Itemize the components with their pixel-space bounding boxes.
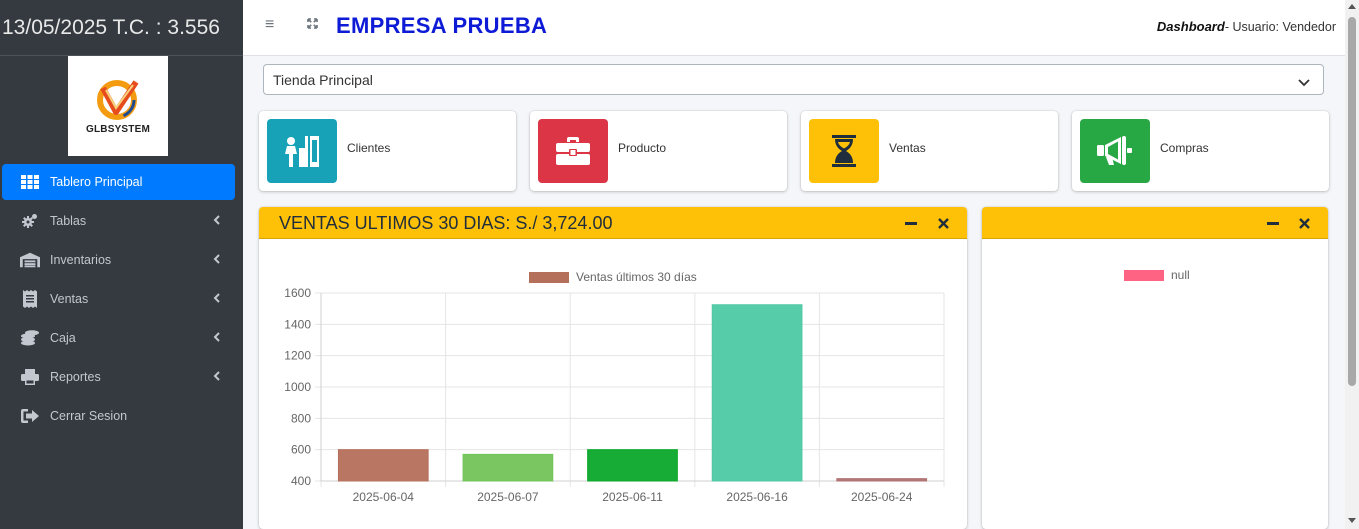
- sidebar-nav: Tablero Principal Tablas Inventarios Ven…: [0, 164, 243, 437]
- scrollbar-thumb[interactable]: [1348, 17, 1356, 386]
- legend-label: null: [1171, 268, 1190, 282]
- sidebar-item-reportes[interactable]: Reportes: [2, 359, 235, 395]
- info-box-icon-bg: [267, 119, 337, 183]
- info-box-label: Producto: [618, 141, 667, 155]
- chart-bar[interactable]: [587, 449, 678, 482]
- client-desk-icon: [285, 136, 319, 167]
- chevron-left-icon: [213, 292, 221, 306]
- chevron-left-icon: [213, 214, 221, 228]
- info-box-label: Clientes: [347, 141, 391, 155]
- y-tick-label: 1400: [284, 317, 311, 331]
- chart-bar[interactable]: [462, 453, 554, 482]
- sidebar-item-ventas[interactable]: Ventas: [2, 281, 235, 317]
- receipt-icon: [20, 289, 40, 309]
- minimize-icon[interactable]: [1264, 214, 1282, 232]
- close-icon[interactable]: [1295, 214, 1313, 232]
- info-box-icon-bg: [1080, 119, 1150, 183]
- megaphone-icon: [1097, 136, 1132, 165]
- info-box-icon-bg: [809, 119, 879, 183]
- info-box-label: Compras: [1160, 141, 1209, 155]
- y-tick-label: 1000: [284, 380, 311, 394]
- chevron-left-icon: [213, 253, 221, 267]
- y-tick-label: 1200: [284, 349, 311, 363]
- page-scrollbar[interactable]: [1345, 0, 1359, 529]
- chart-bar[interactable]: [337, 449, 429, 482]
- user-info: Dashboard- Usuario: Vendedor: [1157, 19, 1336, 34]
- hourglass-icon: [832, 135, 856, 167]
- warehouse-icon: [20, 250, 40, 270]
- minimize-icon[interactable]: [902, 214, 920, 232]
- printer-icon: [20, 367, 40, 387]
- y-tick-label: 600: [291, 443, 311, 457]
- coins-icon: [20, 328, 40, 348]
- sign-out-icon: [20, 406, 40, 426]
- close-icon[interactable]: [934, 214, 952, 232]
- right-chart-legend[interactable]: null: [1124, 268, 1190, 282]
- chevron-left-icon: [213, 370, 221, 384]
- hamburger-menu-icon[interactable]: ≡: [265, 16, 274, 34]
- sidebar-item-label: Inventarios: [50, 253, 112, 267]
- info-box-label: Ventas: [889, 141, 926, 155]
- sidebar-item-label: Cerrar Sesion: [50, 409, 128, 423]
- sidebar-item-tablas[interactable]: Tablas: [2, 203, 235, 239]
- sidebar-item-label: Tablas: [50, 214, 87, 228]
- y-tick-label: 800: [291, 411, 311, 425]
- legend-swatch: [1124, 269, 1164, 281]
- toolbox-icon: [556, 137, 590, 165]
- store-select-value: Tienda Principal: [273, 71, 373, 88]
- chevron-down-icon: [1298, 74, 1310, 90]
- cogs-icon: [20, 211, 40, 231]
- sidebar-item-label: Ventas: [50, 292, 89, 306]
- sales-bar-chart: 1600 1400 1200 1000 800 600 400 2025-06-04 2025-…: [284, 286, 945, 504]
- topbar: ≡ EMPRESA PRUEBA Dashboard- Usuario: Ven…: [243, 0, 1345, 56]
- sidebar-item-label: Tablero Principal: [50, 175, 143, 189]
- logo-text: GLBSYSTEM: [85, 123, 151, 135]
- sales-card-header: VENTAS ULTIMOS 30 DIAS: S./ 3,724.00: [259, 207, 967, 239]
- chevron-left-icon: [213, 331, 221, 345]
- info-box-producto[interactable]: Producto: [530, 111, 787, 191]
- x-tick-label: 2025-06-07: [477, 490, 539, 504]
- sales-card: VENTAS ULTIMOS 30 DIAS: S./ 3,724.00 Ven…: [259, 207, 967, 529]
- x-tick-label: 2025-06-04: [353, 490, 415, 504]
- scroll-up-arrow-icon[interactable]: [1348, 4, 1356, 9]
- chart-bar[interactable]: [711, 304, 803, 482]
- info-box-ventas[interactable]: Ventas: [801, 111, 1058, 191]
- sidebar-item-caja[interactable]: Caja: [2, 320, 235, 356]
- info-box-icon-bg: [538, 119, 608, 183]
- right-card-header: [982, 207, 1328, 239]
- info-box-clientes[interactable]: Clientes: [259, 111, 516, 191]
- user-label: - Usuario: Vendedor: [1224, 20, 1336, 34]
- sales-card-title: VENTAS ULTIMOS 30 DIAS: S./ 3,724.00: [279, 213, 613, 233]
- company-logo[interactable]: GLBSYSTEM: [68, 56, 168, 156]
- sidebar-item-inventarios[interactable]: Inventarios: [2, 242, 235, 278]
- sidebar-item-tablero-principal[interactable]: Tablero Principal: [2, 164, 235, 200]
- scroll-down-arrow-icon[interactable]: [1348, 518, 1356, 523]
- brand-title: EMPRESA PRUEBA: [336, 13, 548, 38]
- right-chart-card: null: [982, 207, 1328, 529]
- sidebar: 13/05/2025 T.C. : 3.556 GLBSYSTEM Tabler…: [0, 0, 243, 529]
- date-exchange-rate: 13/05/2025 T.C. : 3.556: [2, 15, 220, 39]
- x-tick-label: 2025-06-24: [851, 490, 913, 504]
- y-tick-label: 1600: [284, 286, 311, 300]
- grid-icon: [20, 172, 40, 192]
- y-tick-label: 400: [291, 474, 311, 488]
- fullscreen-icon[interactable]: [307, 16, 318, 34]
- chart-bar[interactable]: [836, 478, 928, 482]
- x-tick-label: 2025-06-16: [726, 490, 788, 504]
- glbsystem-logo-icon: [97, 79, 139, 120]
- sidebar-item-label: Reportes: [50, 370, 101, 384]
- x-tick-label: 2025-06-11: [602, 490, 663, 504]
- sidebar-header: 13/05/2025 T.C. : 3.556: [0, 0, 243, 56]
- page-label: Dashboard: [1156, 19, 1225, 34]
- info-box-compras[interactable]: Compras: [1072, 111, 1329, 191]
- sidebar-item-label: Caja: [50, 331, 76, 345]
- store-select[interactable]: Tienda Principal: [263, 64, 1324, 95]
- sidebar-item-cerrar-sesion[interactable]: Cerrar Sesion: [2, 398, 235, 434]
